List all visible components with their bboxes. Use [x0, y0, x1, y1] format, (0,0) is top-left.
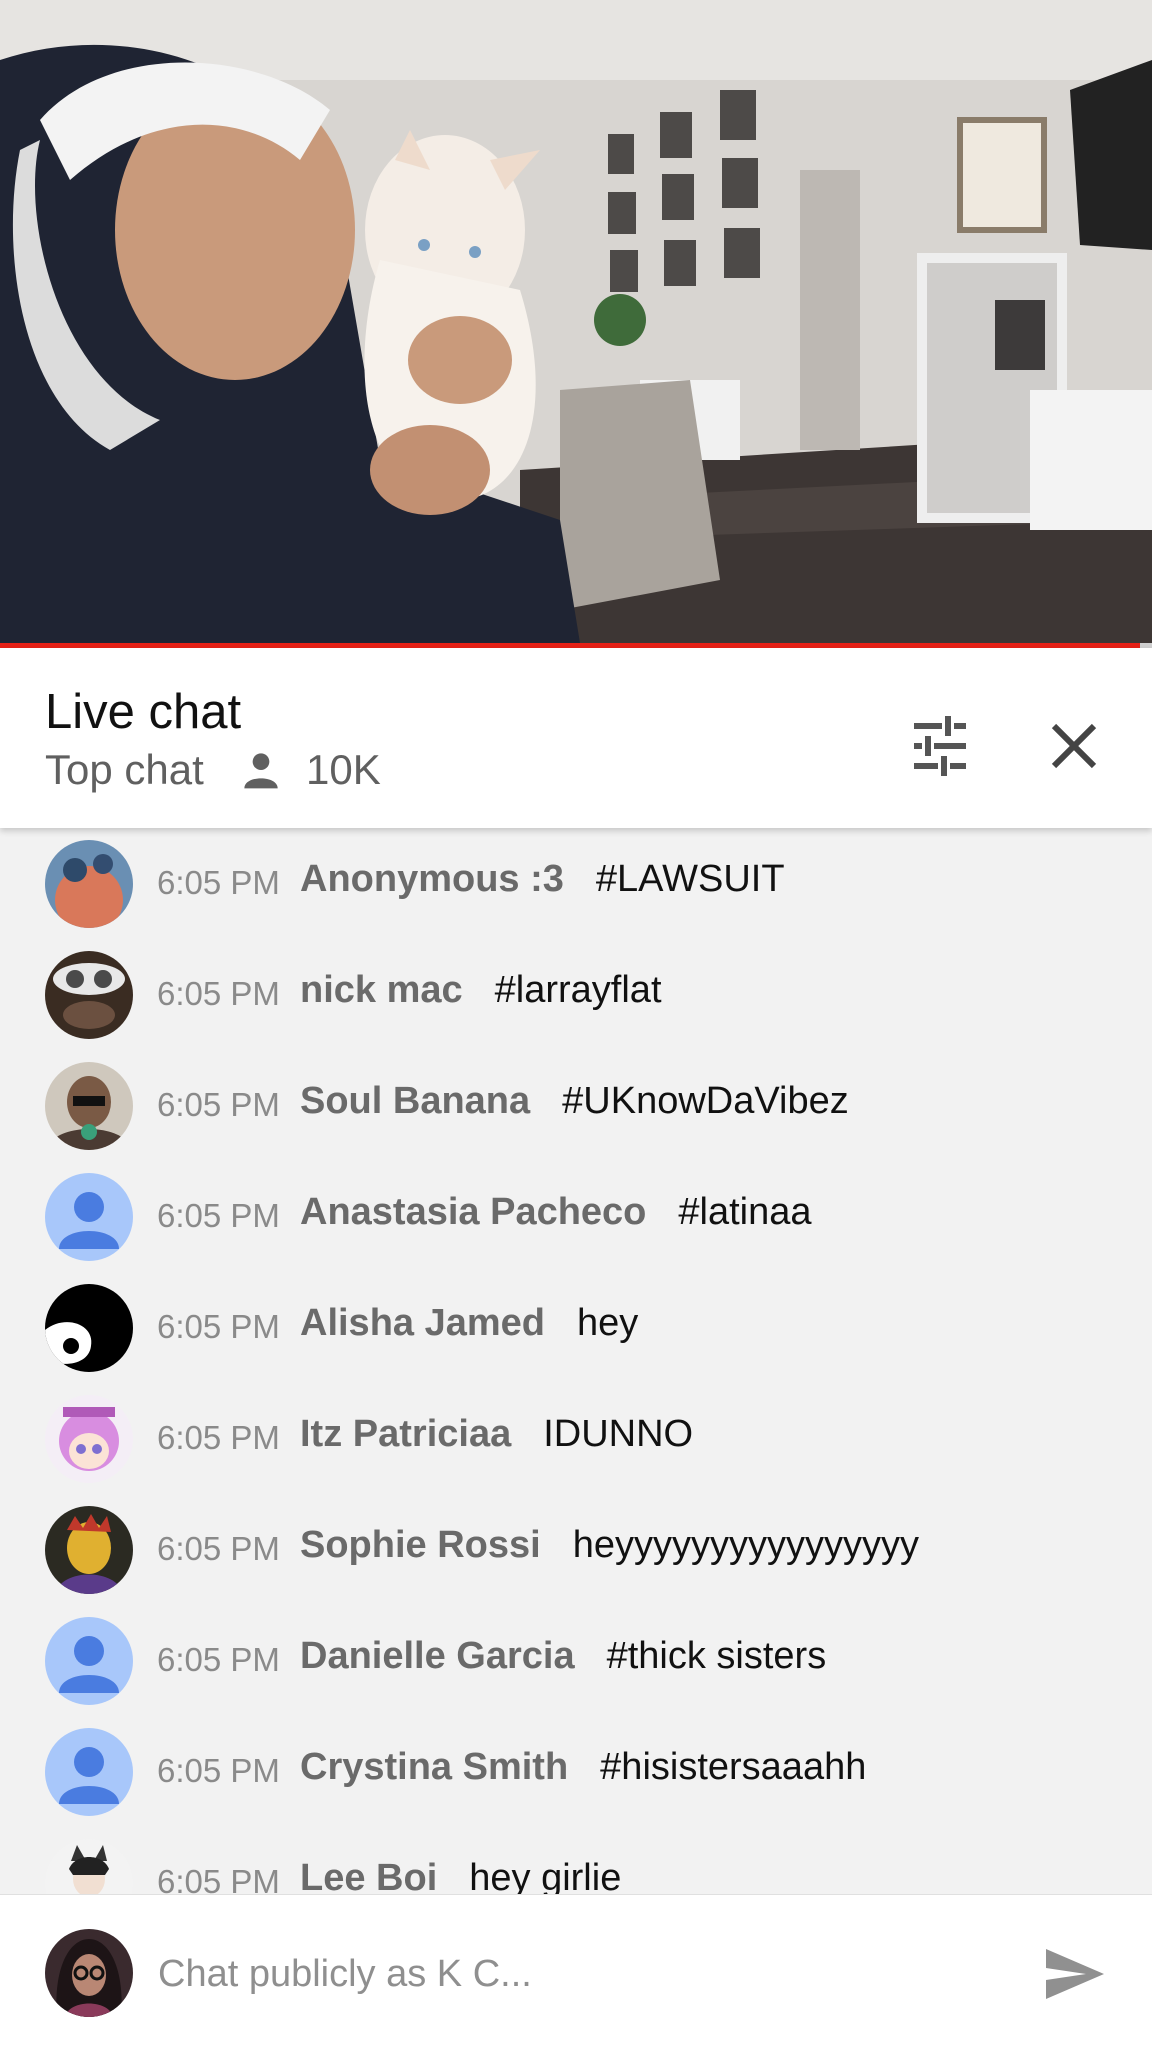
- send-button[interactable]: [1040, 1939, 1110, 2009]
- chat-header: Live chat Top chat 10K: [0, 648, 1152, 828]
- chat-message: 6:05 PM Anastasia Pacheco #latinaa: [0, 1161, 1152, 1272]
- chat-input-bar: [0, 1894, 1152, 2049]
- send-icon: [1046, 1949, 1104, 1999]
- message-author[interactable]: Sophie Rossi: [300, 1524, 541, 1566]
- close-chat-button[interactable]: [1038, 710, 1110, 782]
- message-text: hey girlie: [469, 1857, 622, 1894]
- person-icon: [244, 753, 278, 789]
- message-text: #UKnowDaVibez: [562, 1080, 849, 1122]
- message-text: #thick sisters: [606, 1635, 827, 1677]
- message-time: 6:05 PM: [157, 1641, 280, 1678]
- avatar[interactable]: [45, 1728, 133, 1816]
- message-text: #LAWSUIT: [595, 858, 785, 900]
- message-author[interactable]: Soul Banana: [300, 1080, 530, 1122]
- avatar[interactable]: [45, 1062, 133, 1150]
- message-time: 6:05 PM: [157, 1530, 280, 1567]
- tune-icon: [914, 716, 966, 776]
- chat-message: 6:05 PM Anonymous :3 #LAWSUIT: [0, 828, 1152, 939]
- message-author[interactable]: Lee Boi: [300, 1857, 437, 1894]
- message-author[interactable]: Itz Patriciaa: [300, 1413, 511, 1455]
- message-time: 6:05 PM: [157, 1419, 280, 1456]
- chat-message: 6:05 PM Lee Boi hey girlie: [0, 1827, 1152, 1894]
- filter-button[interactable]: [904, 710, 976, 782]
- chat-message: 6:05 PM Soul Banana #UKnowDaVibez: [0, 1050, 1152, 1161]
- avatar[interactable]: [45, 1929, 133, 2017]
- message-author[interactable]: nick mac: [300, 969, 463, 1011]
- message-author[interactable]: Alisha Jamed: [300, 1302, 545, 1344]
- default-avatar-icon: [45, 1728, 133, 1816]
- video-player[interactable]: [0, 0, 1152, 643]
- close-icon: [1051, 723, 1097, 769]
- message-author[interactable]: Anastasia Pacheco: [300, 1191, 646, 1233]
- chat-message-list[interactable]: 6:05 PM Anonymous :3 #LAWSUIT 6:05 PM nic…: [0, 828, 1152, 1894]
- default-avatar-icon: [45, 1173, 133, 1261]
- message-time: 6:05 PM: [157, 1308, 280, 1345]
- message-text: IDUNNO: [543, 1413, 694, 1455]
- chat-message: 6:05 PM Alisha Jamed hey: [0, 1272, 1152, 1383]
- message-text: #larrayflat: [494, 969, 662, 1011]
- chat-input[interactable]: [156, 1943, 980, 2005]
- avatar[interactable]: [45, 1839, 133, 1894]
- message-author[interactable]: Danielle Garcia: [300, 1635, 575, 1677]
- viewer-count: 10K: [306, 746, 381, 793]
- message-author[interactable]: Anonymous :3: [300, 858, 564, 900]
- avatar[interactable]: [45, 1173, 133, 1261]
- message-time: 6:05 PM: [157, 864, 280, 901]
- avatar[interactable]: [45, 840, 133, 928]
- chat-mode-selector[interactable]: Top chat: [45, 746, 204, 794]
- chat-message: 6:05 PM nick mac #larrayflat: [0, 939, 1152, 1050]
- avatar[interactable]: [45, 1284, 133, 1372]
- avatar[interactable]: [45, 1395, 133, 1483]
- chat-message: 6:05 PM Sophie Rossi heyyyyyyyyyyyyyyyy: [0, 1494, 1152, 1605]
- chat-message: 6:05 PM Danielle Garcia #thick sisters: [0, 1605, 1152, 1716]
- avatar[interactable]: [45, 1506, 133, 1594]
- message-time: 6:05 PM: [157, 1086, 280, 1123]
- message-time: 6:05 PM: [157, 1752, 280, 1789]
- chat-title: Live chat: [45, 685, 242, 739]
- chat-message: 6:05 PM Crystina Smith #hisistersaaahh: [0, 1716, 1152, 1827]
- message-author[interactable]: Crystina Smith: [300, 1746, 568, 1788]
- video-frame: [0, 0, 1152, 643]
- avatar[interactable]: [45, 1617, 133, 1705]
- message-text: heyyyyyyyyyyyyyyyy: [572, 1524, 919, 1566]
- message-time: 6:05 PM: [157, 975, 280, 1012]
- avatar[interactable]: [45, 951, 133, 1039]
- message-text: #hisistersaaahh: [600, 1746, 867, 1788]
- message-text: hey: [577, 1302, 639, 1344]
- message-time: 6:05 PM: [157, 1863, 280, 1894]
- message-text: #latinaa: [678, 1191, 812, 1233]
- message-time: 6:05 PM: [157, 1197, 280, 1234]
- default-avatar-icon: [45, 1617, 133, 1705]
- chat-message: 6:05 PM Itz Patriciaa IDUNNO: [0, 1383, 1152, 1494]
